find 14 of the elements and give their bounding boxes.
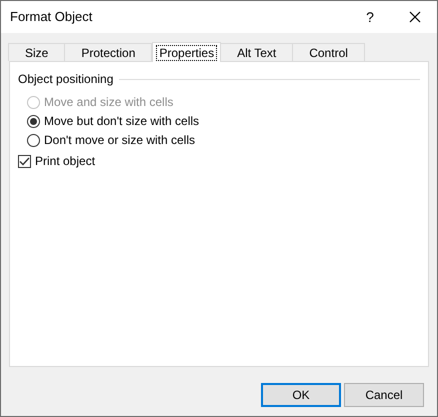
tab[interactable]: Protection bbox=[64, 43, 152, 61]
tab[interactable]: Properties bbox=[152, 42, 222, 62]
dialog-button[interactable]: OK bbox=[261, 383, 341, 407]
help-button[interactable]: ? bbox=[355, 2, 385, 32]
check-icon bbox=[19, 156, 30, 166]
group-title: Object positioning bbox=[18, 71, 114, 88]
print-object-checkbox[interactable]: Print object bbox=[18, 153, 420, 169]
close-icon bbox=[409, 11, 421, 23]
radio-option[interactable]: Move but don't size with cells bbox=[27, 113, 420, 129]
window-title: Format Object bbox=[10, 8, 94, 26]
tab[interactable]: Size bbox=[8, 43, 66, 61]
radio-option[interactable]: Don't move or size with cells bbox=[27, 132, 420, 148]
tab[interactable]: Control bbox=[292, 43, 365, 61]
dialog-button[interactable]: Cancel bbox=[344, 383, 424, 407]
